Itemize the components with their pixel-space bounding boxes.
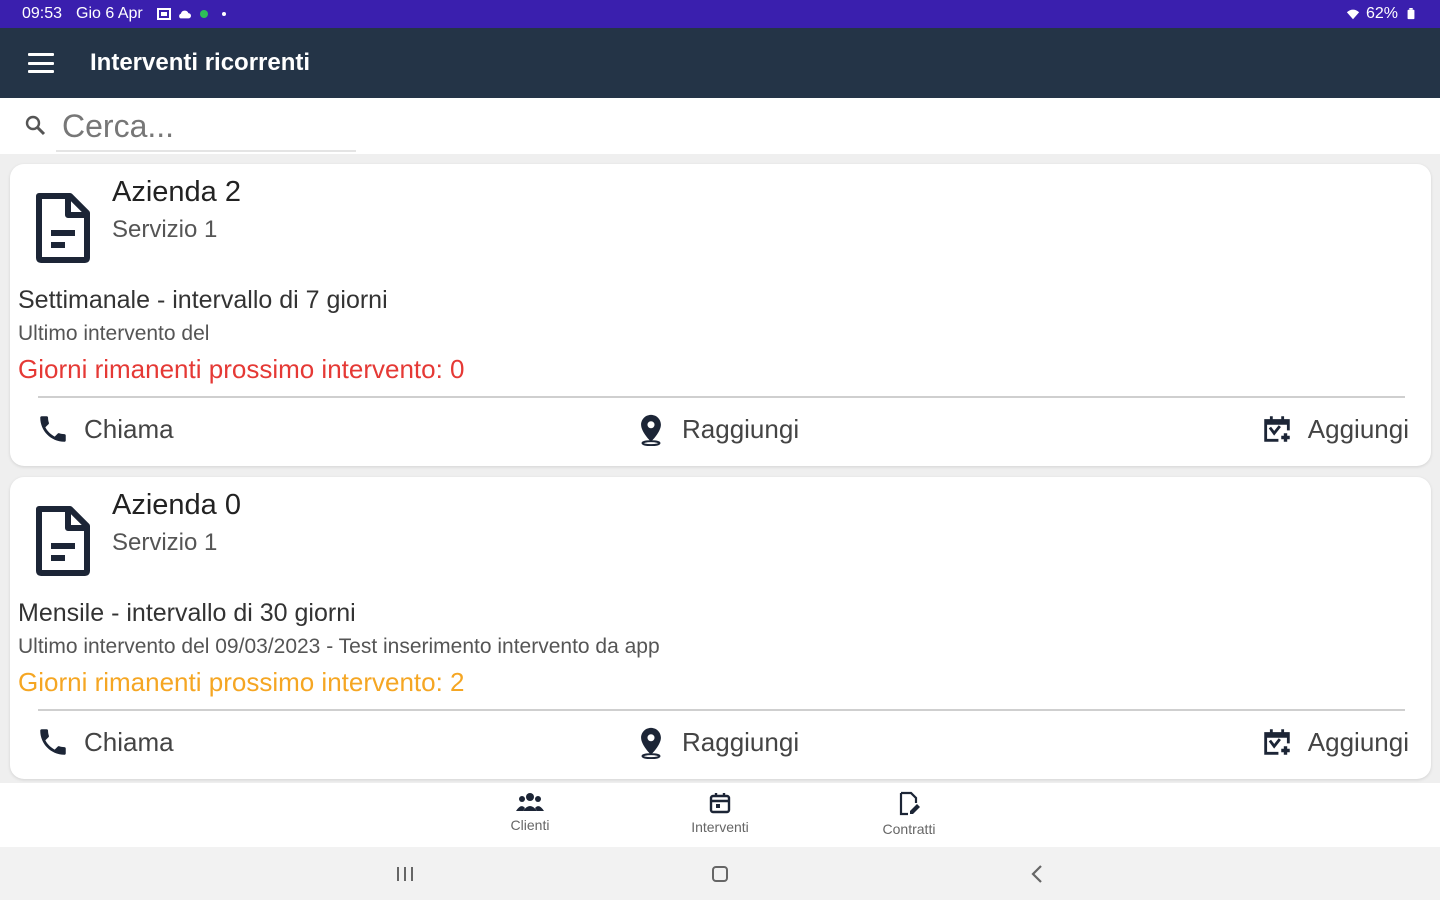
nav-label-contratti: Contratti (882, 821, 936, 837)
page-title: Interventi ricorrenti (90, 49, 311, 76)
frequency-text: Mensile - intervallo di 30 giorni (18, 599, 356, 627)
wifi-icon (1346, 9, 1360, 20)
call-button[interactable]: Chiama (36, 412, 174, 446)
location-pin-icon (641, 414, 661, 446)
phone-icon (40, 729, 66, 755)
reach-label: Raggiungi (682, 413, 800, 444)
reach-button[interactable]: Raggiungi (634, 725, 799, 759)
back-icon[interactable] (1022, 859, 1052, 889)
nav-item-contratti[interactable]: Contratti (849, 791, 969, 837)
nav-label-interventi: Interventi (691, 819, 749, 835)
status-time: 09:53 (22, 5, 63, 22)
app-notification-icon (199, 10, 208, 18)
phone-icon (40, 416, 66, 442)
add-intervention-button[interactable]: Aggiungi (1260, 412, 1409, 446)
divider (38, 396, 1405, 398)
company-name: Azienda 0 (112, 489, 241, 521)
search-bar (0, 98, 1440, 154)
divider (38, 709, 1405, 711)
add-intervention-button[interactable]: Aggiungi (1260, 725, 1409, 759)
nav-item-interventi[interactable]: Interventi (660, 791, 780, 835)
nav-item-clienti[interactable]: Clienti (470, 791, 590, 833)
battery-level: 62% (1365, 5, 1398, 22)
service-name: Servizio 1 (112, 529, 218, 556)
company-name: Azienda 2 (112, 176, 241, 208)
intervention-card[interactable]: Azienda 2 Servizio 1 Settimanale - inter… (10, 164, 1431, 466)
remaining-days-text: Giorni rimanenti prossimo intervento: 2 (18, 667, 465, 697)
photo-notification-icon (156, 8, 171, 20)
search-input[interactable] (62, 107, 962, 145)
document-icon (36, 506, 90, 576)
location-pin-icon (641, 727, 661, 759)
bottom-navigation: Clienti Interventi Contratti (0, 783, 1440, 847)
add-calendar-icon (1264, 729, 1290, 755)
system-navigation-bar (0, 847, 1440, 900)
battery-icon (1407, 8, 1415, 20)
contract-edit-icon (899, 791, 920, 816)
nav-label-clienti: Clienti (510, 817, 550, 833)
remaining-days-text: Giorni rimanenti prossimo intervento: 0 (18, 354, 465, 384)
add-label: Aggiungi (1307, 413, 1409, 444)
service-name: Servizio 1 (112, 216, 218, 243)
add-calendar-icon (1264, 416, 1290, 442)
reach-label: Raggiungi (682, 726, 800, 757)
frequency-text: Settimanale - intervallo di 7 giorni (18, 286, 388, 314)
more-notifications-icon (221, 12, 226, 16)
call-label: Chiama (84, 413, 174, 444)
document-icon (36, 193, 90, 263)
intervention-card[interactable]: Azienda 0 Servizio 1 Mensile - intervall… (10, 477, 1431, 779)
menu-icon[interactable] (28, 53, 54, 73)
call-label: Chiama (84, 726, 174, 757)
add-label: Aggiungi (1307, 726, 1409, 757)
status-date: Gio 6 Apr (76, 5, 143, 22)
calendar-icon (709, 793, 731, 814)
call-button[interactable]: Chiama (36, 725, 174, 759)
search-underline (56, 150, 356, 152)
recent-apps-icon[interactable] (390, 859, 420, 889)
app-bar: Interventi ricorrenti (0, 28, 1440, 98)
search-icon (25, 115, 46, 136)
reach-button[interactable]: Raggiungi (634, 412, 799, 446)
home-icon[interactable] (705, 859, 735, 889)
last-intervention-text: Ultimo intervento del (18, 322, 210, 345)
last-intervention-text: Ultimo intervento del 09/03/2023 - Test … (18, 635, 660, 658)
status-bar: 09:53 Gio 6 Apr 62% (0, 0, 1440, 28)
people-icon (516, 793, 544, 811)
cloud-icon (178, 10, 191, 19)
